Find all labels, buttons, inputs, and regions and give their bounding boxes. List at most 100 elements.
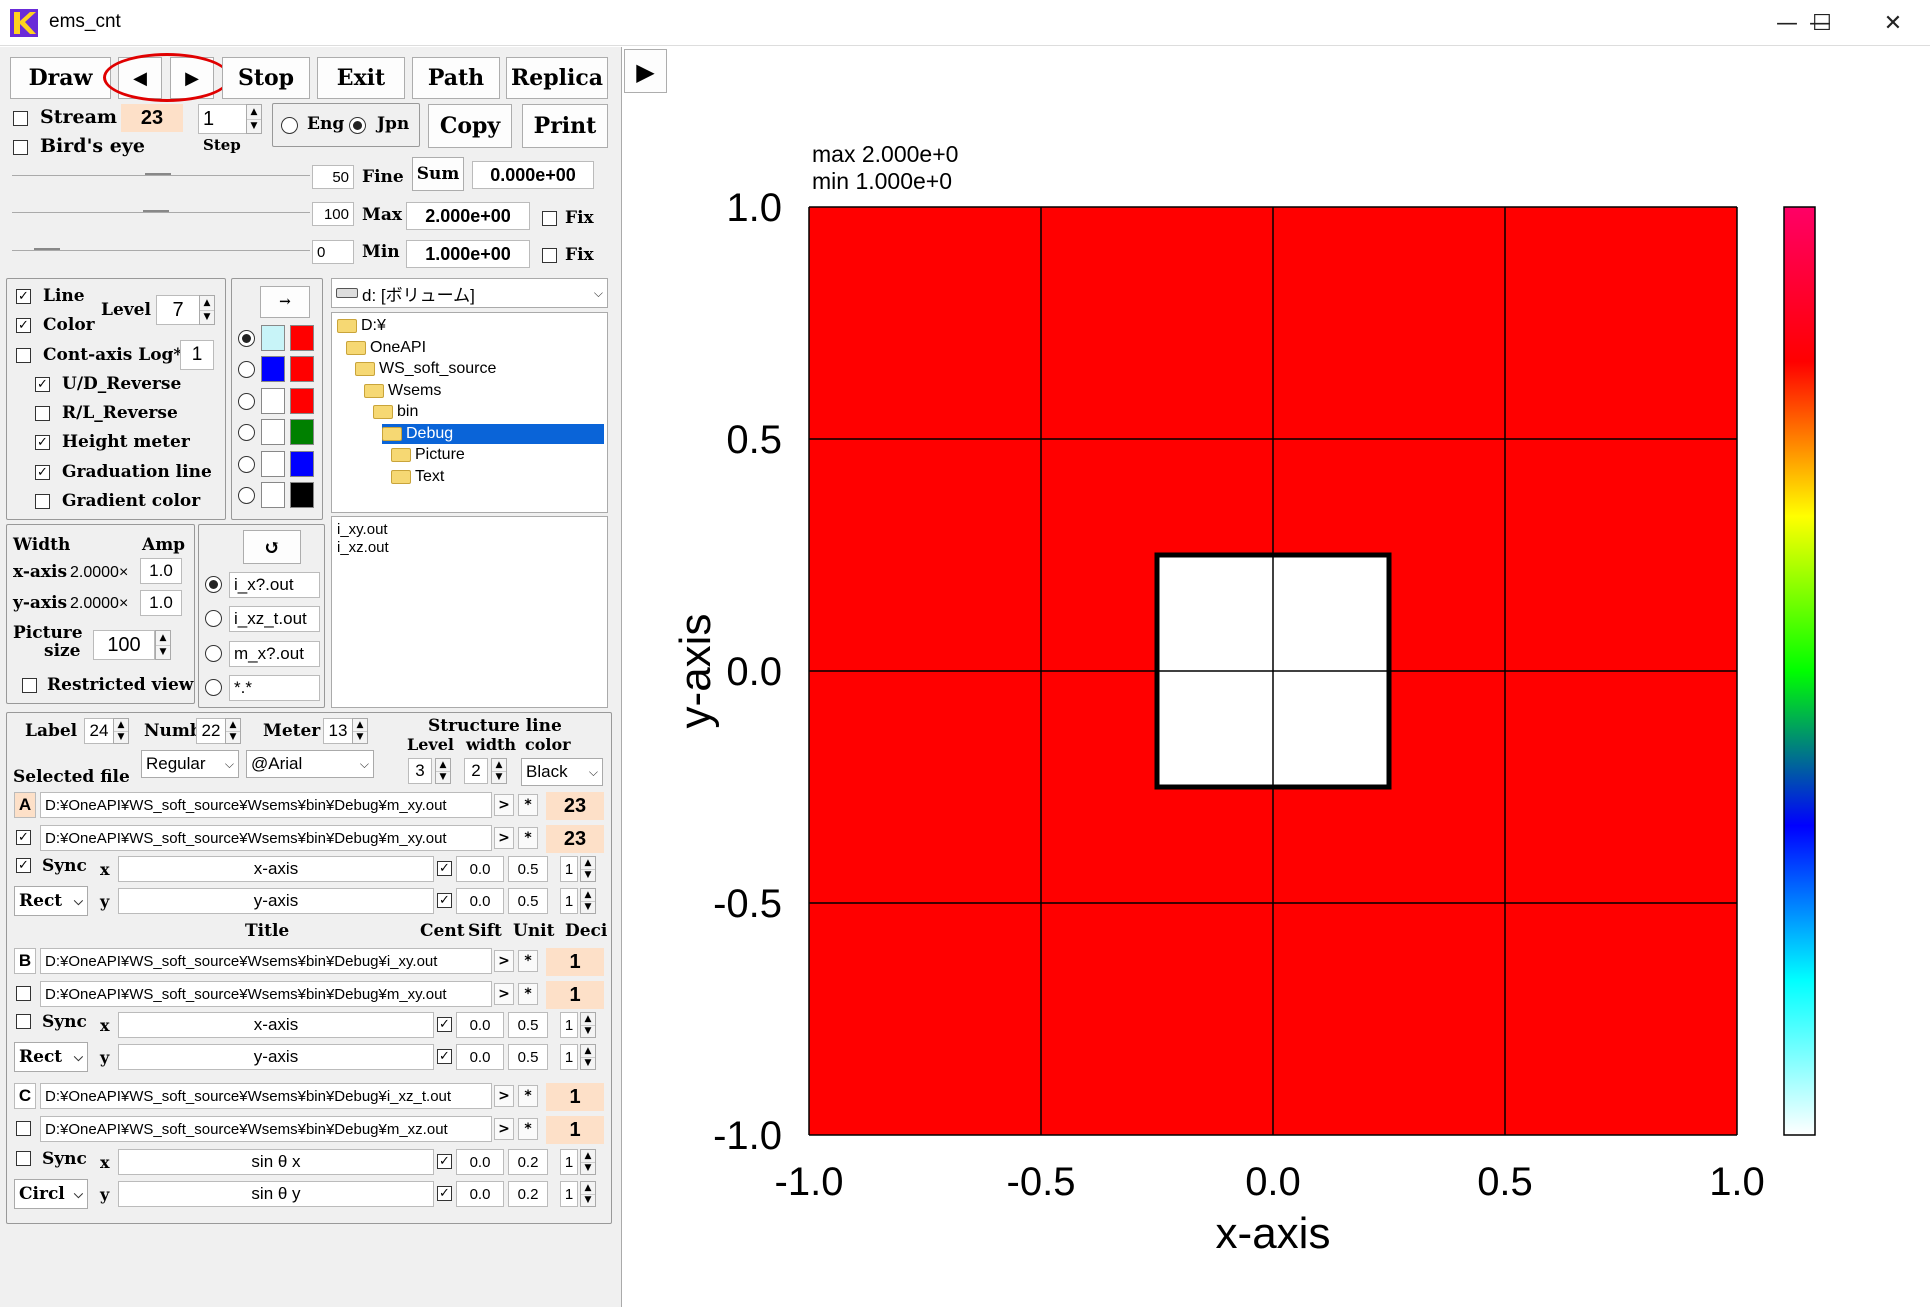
replica-button[interactable]: Replica [506, 57, 608, 99]
tree-item[interactable]: Wsems [364, 381, 441, 401]
structure-color-select[interactable]: Black ⌵ [521, 758, 603, 786]
palette-swatch-right[interactable] [290, 419, 314, 446]
label-font-size[interactable]: 24 [84, 718, 114, 744]
sync-checkbox[interactable] [16, 1151, 31, 1166]
file-list-item[interactable]: i_xy.out [337, 521, 602, 539]
numb-font-size[interactable]: 22 [196, 718, 226, 744]
stop-button[interactable]: Stop [222, 57, 310, 99]
min-value[interactable]: 1.000e+00 [406, 240, 530, 268]
palette-swatch-right[interactable] [290, 356, 314, 383]
graduation-line-checkbox[interactable]: ✓ [35, 465, 50, 480]
x-title-input[interactable]: x-axis [118, 856, 434, 882]
x-cent-checkbox[interactable]: ✓ [437, 1017, 452, 1032]
tree-item[interactable]: Picture [391, 445, 465, 465]
x-amp-input[interactable]: 1.0 [140, 558, 182, 584]
open-file-2-button[interactable]: > [494, 983, 514, 1005]
palette-swatch-right[interactable] [290, 325, 314, 351]
y-amp-input[interactable]: 1.0 [140, 590, 182, 616]
y-title-input[interactable]: y-axis [118, 1044, 434, 1070]
min-fix-checkbox[interactable] [542, 248, 557, 263]
palette-swatch-left[interactable] [261, 325, 285, 351]
palette-swatch-right[interactable] [290, 387, 314, 414]
file-path-1[interactable]: D:¥OneAPI¥WS_soft_source¥Wsems¥bin¥Debug… [40, 1083, 492, 1109]
y-sift-input[interactable]: 0.2 [508, 1181, 548, 1207]
font-face-select[interactable]: @Arial ⌵ [246, 750, 374, 778]
x-cent-input[interactable]: 0.0 [456, 1149, 504, 1175]
structure-width-spinner[interactable]: ▲ ▼ [491, 758, 507, 784]
y-cent-input[interactable]: 0.0 [456, 1181, 504, 1207]
label-font-spinner[interactable]: ▲ ▼ [113, 718, 129, 744]
file-path-2[interactable]: D:¥OneAPI¥WS_soft_source¥Wsems¥bin¥Debug… [40, 825, 492, 851]
refresh-button[interactable]: ↺ [243, 530, 301, 564]
y-unit-spinner[interactable]: ▲ ▼ [580, 1181, 596, 1207]
tree-item[interactable]: bin [373, 402, 418, 422]
open-file-1-button[interactable]: > [494, 1085, 514, 1107]
y-unit-input[interactable]: 1 [560, 1044, 578, 1070]
fine-slider-thumb[interactable] [145, 173, 171, 175]
palette-swatch-left[interactable] [261, 482, 285, 508]
x-sift-input[interactable]: 0.5 [508, 1012, 548, 1038]
file-list[interactable]: i_xy.out i_xz.out [331, 516, 608, 708]
sum-value[interactable]: 0.000e+00 [472, 161, 594, 189]
max-slider-thumb[interactable] [143, 210, 169, 212]
palette-radio[interactable] [238, 455, 255, 473]
file-path-1[interactable]: D:¥OneAPI¥WS_soft_source¥Wsems¥bin¥Debug… [40, 792, 492, 818]
file-2-checkbox[interactable]: ✓ [16, 830, 31, 845]
y-cent-checkbox[interactable]: ✓ [437, 1186, 452, 1201]
fine-value[interactable]: 50 [312, 165, 354, 189]
min-slider-value[interactable]: 0 [312, 240, 354, 264]
x-unit-input[interactable]: 1 [560, 856, 578, 882]
y-cent-input[interactable]: 0.0 [456, 888, 504, 914]
exit-button[interactable]: Exit [317, 57, 405, 99]
picture-size-spinner[interactable]: ▲ ▼ [155, 630, 171, 660]
birds-eye-checkbox[interactable] [13, 140, 28, 155]
rl-reverse-checkbox[interactable] [35, 406, 50, 421]
y-sift-input[interactable]: 0.5 [508, 888, 548, 914]
sum-button[interactable]: Sum [412, 157, 464, 191]
mode-select[interactable]: Rect ⌵ [14, 886, 88, 916]
y-cent-input[interactable]: 0.0 [456, 1044, 504, 1070]
clear-file-1-button[interactable]: * [518, 1085, 538, 1107]
x-unit-spinner[interactable]: ▲ ▼ [580, 856, 596, 882]
x-cent-input[interactable]: 0.0 [456, 1012, 504, 1038]
y-title-input[interactable]: y-axis [118, 888, 434, 914]
palette-arrow-button[interactable]: → [260, 286, 310, 318]
picture-size-input[interactable]: 100 [93, 630, 155, 660]
clear-file-2-button[interactable]: * [518, 983, 538, 1005]
max-value[interactable]: 2.000e+00 [406, 202, 530, 230]
x-sift-input[interactable]: 0.2 [508, 1149, 548, 1175]
structure-width-input[interactable]: 2 [464, 758, 488, 784]
palette-radio[interactable] [238, 392, 255, 410]
file-2-checkbox[interactable] [16, 1121, 31, 1136]
structure-level-spinner[interactable]: ▲ ▼ [435, 758, 451, 784]
pattern-value[interactable]: m_x?.out [229, 640, 320, 667]
x-title-input[interactable]: x-axis [118, 1012, 434, 1038]
meter-font-size[interactable]: 13 [323, 718, 353, 744]
palette-swatch-right[interactable] [290, 482, 314, 508]
x-cent-input[interactable]: 0.0 [456, 856, 504, 882]
open-file-2-button[interactable]: > [494, 827, 514, 849]
fine-slider-track[interactable] [12, 175, 310, 176]
pattern-value[interactable]: i_x?.out [229, 572, 320, 598]
draw-button[interactable]: Draw [10, 57, 111, 99]
x-sift-input[interactable]: 0.5 [508, 856, 548, 882]
cont-axis-checkbox[interactable] [16, 348, 31, 363]
ud-reverse-checkbox[interactable]: ✓ [35, 377, 50, 392]
pattern-radio[interactable] [205, 644, 222, 662]
pattern-radio[interactable] [205, 678, 222, 696]
color-checkbox[interactable]: ✓ [16, 318, 31, 333]
drive-select[interactable]: d: [ボリューム] ⌵ [331, 278, 608, 308]
palette-swatch-left[interactable] [261, 356, 285, 383]
file-path-2[interactable]: D:¥OneAPI¥WS_soft_source¥Wsems¥bin¥Debug… [40, 981, 492, 1007]
step-spinner[interactable]: ▲ ▼ [246, 104, 262, 134]
level-input[interactable]: 7 [156, 295, 200, 325]
x-cent-checkbox[interactable]: ✓ [437, 1154, 452, 1169]
x-unit-input[interactable]: 1 [560, 1012, 578, 1038]
y-unit-input[interactable]: 1 [560, 1181, 578, 1207]
x-title-input[interactable]: sin θ x [118, 1149, 434, 1175]
pattern-value[interactable]: *.* [229, 674, 320, 701]
copy-button[interactable]: Copy [428, 104, 512, 148]
level-spinner[interactable]: ▲ ▼ [199, 295, 215, 325]
cont-axis-input[interactable]: 1 [180, 340, 214, 370]
palette-swatch-left[interactable] [261, 419, 285, 446]
